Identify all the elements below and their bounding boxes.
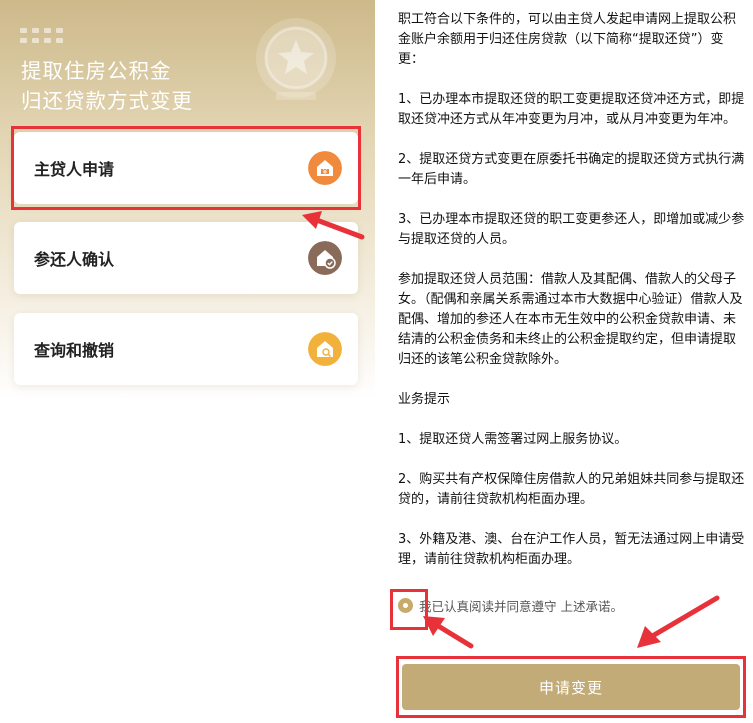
highlight-box — [11, 126, 361, 210]
right-panel: 职工符合以下条件的，可以由主贷人发起申请网上提取公积金账户余额用于归还住房贷款（… — [376, 0, 753, 723]
house-search-icon — [308, 332, 342, 366]
section-heading: 业务提示 — [398, 392, 451, 407]
notice-paragraph: 3、已办理本市提取还贷的职工变更参还人，即增加或减少参与提取还贷的人员。 — [398, 212, 745, 247]
left-panel: 提取住房公积金 归还贷款方式变更 主贷人申请 ¥ 参还人确认 查询和撤销 — [0, 0, 375, 723]
notice-paragraph: 1、提取还贷人需签署过网上服务协议。 — [398, 432, 628, 447]
star-medal-icon — [256, 18, 336, 100]
decorative-dots — [20, 28, 63, 33]
notice-paragraph: 参加提取还贷人员范围：借款人及其配偶、借款人的父母子女。（配偶和亲属关系需通过本… — [398, 272, 743, 367]
notice-paragraph: 2、购买共有产权保障住房借款人的兄弟姐妹共同参与提取还贷的，请前往贷款机构柜面办… — [398, 472, 745, 507]
notice-paragraph: 3、外籍及港、澳、台在沪工作人员，暂无法通过网上申请受理，请前往贷款机构柜面办理… — [398, 532, 745, 567]
notice-content: 职工符合以下条件的，可以由主贷人发起申请网上提取公积金账户余额用于归还住房贷款（… — [398, 10, 746, 570]
notice-paragraph: 2、提取还贷方式变更在原委托书确定的提取还贷方式执行满一年后申请。 — [398, 152, 745, 187]
arrow-annotation — [423, 616, 474, 649]
house-check-icon — [308, 241, 342, 275]
arrow-annotation — [637, 595, 720, 648]
notice-paragraph: 1、已办理本市提取还贷的职工变更提取还贷冲还方式，即提取还贷冲还方式从年冲变更为… — [398, 92, 745, 127]
notice-paragraph: 职工符合以下条件的，可以由主贷人发起申请网上提取公积金账户余额用于归还住房贷款（… — [398, 12, 737, 67]
page-title-line2: 归还贷款方式变更 — [21, 89, 193, 113]
highlight-box — [396, 656, 746, 718]
menu-item-label: 参还人确认 — [34, 250, 115, 269]
decorative-dots — [20, 38, 63, 43]
page-title: 提取住房公积金 归还贷款方式变更 — [21, 56, 193, 116]
menu-item-label: 查询和撤销 — [34, 341, 115, 360]
menu-item-query-revoke[interactable]: 查询和撤销 — [14, 313, 358, 385]
page-title-line1: 提取住房公积金 — [21, 59, 172, 83]
arrow-annotation — [302, 211, 365, 240]
